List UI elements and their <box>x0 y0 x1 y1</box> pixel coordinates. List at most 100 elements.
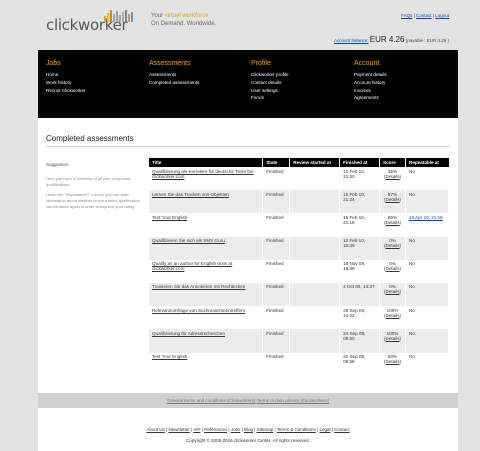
cell-review-started <box>289 259 341 283</box>
cell-title: Trainieren Sie das Annotieren mit Rechte… <box>149 282 264 307</box>
footer-link-references[interactable]: References <box>204 427 227 432</box>
balance-amount: EUR 4.26 <box>369 35 405 44</box>
details-wrapper: (Details) <box>383 173 402 179</box>
assessment-link[interactable]: Relevanzumfrage von Suchmaschinentreffer… <box>152 308 245 313</box>
nav-item-invoices[interactable]: Invoices <box>354 87 387 95</box>
details-link[interactable]: Details <box>386 313 400 318</box>
nav-title-jobs[interactable]: Jobs <box>46 60 86 67</box>
nav-item-home[interactable]: Home <box>46 71 86 79</box>
main-navigation: Jobs Home Work history Recruit Clickwork… <box>38 50 458 118</box>
column-header-review-started[interactable]: Review started at <box>289 158 341 167</box>
table-row: Test Your English Finished 22 Sep 09, 09:5… <box>149 352 449 376</box>
footer-link-blog[interactable]: Blog <box>244 427 253 432</box>
cell-title: Qualifizieren Sie sich als SMS Guru <box>149 236 264 260</box>
details-link[interactable]: Details <box>386 266 400 271</box>
cell-state: Finished <box>262 236 291 260</box>
nav-item-assessments[interactable]: Assessments <box>149 71 199 79</box>
details-link[interactable]: Details <box>386 289 400 294</box>
details-link[interactable]: Details <box>386 359 400 364</box>
balance-label[interactable]: Account balance: <box>334 38 369 43</box>
nav-item-payment-details[interactable]: Payment details <box>354 71 387 79</box>
assessment-link[interactable]: Trainieren Sie das Annotieren mit Rechte… <box>152 284 245 289</box>
nav-title-profile[interactable]: Profile <box>251 60 289 67</box>
clickworker-logo[interactable]: clickworker <box>46 10 134 34</box>
footer-links: About Us | Newsletter | API | References… <box>146 427 350 432</box>
nav-item-recruit[interactable]: Recruit Clickworker <box>46 87 86 95</box>
nav-item-completed-assessments[interactable]: Completed assessments <box>149 79 199 87</box>
faqs-link[interactable]: FAQs <box>401 13 412 18</box>
assessment-link[interactable]: Test Your English <box>152 354 187 359</box>
details-wrapper: (Details) <box>383 243 402 249</box>
footer-link-about[interactable]: About Us <box>146 427 165 432</box>
table-row: Qualifizieren Sie sich als SMS Guru Finis… <box>149 236 449 260</box>
details-link[interactable]: Details <box>386 197 400 202</box>
cell-review-started <box>289 306 341 330</box>
nav-title-assessments[interactable]: Assessments <box>149 60 199 67</box>
nav-item-forum[interactable]: Forum <box>251 94 289 102</box>
column-header-state[interactable]: State <box>262 158 291 167</box>
details-wrapper: (Details) <box>383 312 402 318</box>
cell-state: Finished <box>262 282 291 307</box>
footer-link-terms[interactable]: Terms & Conditions <box>277 427 316 432</box>
nav-item-user-settings[interactable]: User settings <box>251 87 289 95</box>
assessment-link[interactable]: Lernen Sie das Tracken von Objekten <box>152 192 229 197</box>
details-wrapper: (Details) <box>383 219 402 225</box>
column-header-finished[interactable]: Finished at <box>339 158 381 167</box>
footer-band: General terms and conditions (Clickworke… <box>38 393 458 408</box>
sidebar-paragraph: Here you have a overview of all your com… <box>46 176 131 188</box>
cell-finished: 28 Sep 09, 14:22 <box>339 306 381 330</box>
cell-state: Finished <box>262 306 291 330</box>
repeat-link[interactable]: 16 Apr 10, 21:18 <box>409 215 443 220</box>
column-header-title[interactable]: Title <box>149 158 264 167</box>
footer-link-newsletter[interactable]: Newsletter <box>169 427 190 432</box>
title-divider <box>46 146 450 147</box>
privacy-link[interactable]: Terms of data privacy (Clickworkers) <box>257 398 330 403</box>
details-link[interactable]: Details <box>386 243 400 248</box>
assessment-link[interactable]: Test Your English <box>152 215 187 220</box>
details-link[interactable]: Details <box>386 336 400 341</box>
assessment-link[interactable]: Qualifizierung für Adressrecherchen <box>152 331 225 336</box>
footer-link-api[interactable]: API <box>193 427 200 432</box>
cell-state: Finished <box>262 167 291 191</box>
column-header-score[interactable]: Score <box>379 158 407 167</box>
table-row: Test Your English Finished 15 Feb 10, 21:1… <box>149 213 449 237</box>
column-header-repeatable[interactable]: Repeatable at <box>405 158 449 167</box>
top-links: FAQs | Contact | Logout <box>401 13 449 18</box>
cell-repeatable: No <box>405 306 449 330</box>
cell-review-started <box>289 190 341 214</box>
footer-link-legal[interactable]: Legal <box>319 427 330 432</box>
assessment-link[interactable]: Qualifizieren Sie sich als SMS Guru <box>152 238 225 243</box>
details-link[interactable]: Details <box>386 220 400 225</box>
cell-score: 35% (Details) <box>379 167 407 191</box>
footer-terms-links: General terms and conditions (Clickworke… <box>38 398 458 403</box>
nav-item-work-history[interactable]: Work history <box>46 79 86 87</box>
cell-title: Relevanzumfrage von Suchmaschinentreffer… <box>149 306 264 330</box>
assessment-link[interactable]: Qualify as an author for English texts a… <box>152 261 232 271</box>
nav-column-jobs: Jobs Home Work history Recruit Clickwork… <box>46 60 86 94</box>
nav-column-account: Account Payment details Account history … <box>354 60 387 102</box>
cell-review-started <box>289 167 341 191</box>
copyright: Copyright © 2005-2016 clickworker GmbH. … <box>186 438 310 443</box>
nav-item-clickworker-profile[interactable]: Clickworker profile <box>251 71 289 79</box>
footer-link-sitemap[interactable]: Sitemap <box>257 427 274 432</box>
footer-link-jobs[interactable]: Jobs <box>231 427 241 432</box>
table-row: Relevanzumfrage von Suchmaschinentreffer… <box>149 306 449 330</box>
cell-score: 100% (Details) <box>379 329 407 353</box>
terms-link[interactable]: General terms and conditions (Clickworke… <box>167 398 256 403</box>
assessments-table: Title State Review started at Finished a… <box>149 158 449 376</box>
nav-item-account-history[interactable]: Account history <box>354 79 387 87</box>
footer-link-contact[interactable]: Contact <box>334 427 350 432</box>
balance-payable: (payable : EUR 4.26 ) <box>405 38 449 43</box>
assessment-link[interactable]: Qualifizierung als Korrektor für deutsch… <box>152 169 254 179</box>
nav-item-contact-details[interactable]: Contact details <box>251 79 289 87</box>
cell-repeatable: No <box>405 236 449 260</box>
contact-link[interactable]: Contact <box>416 13 432 18</box>
nav-title-account[interactable]: Account <box>354 60 387 67</box>
details-wrapper: (Details) <box>383 289 402 295</box>
details-link[interactable]: Details <box>386 174 400 179</box>
tagline-accent: virtual workforce <box>164 13 209 19</box>
account-balance: Account balance: EUR 4.26 (payable : EUR… <box>334 35 449 44</box>
nav-item-agreements[interactable]: Agreements <box>354 94 387 102</box>
logout-link[interactable]: Logout <box>435 13 449 18</box>
table-row: Qualifizierung für Adressrecherchen Finis… <box>149 329 449 353</box>
